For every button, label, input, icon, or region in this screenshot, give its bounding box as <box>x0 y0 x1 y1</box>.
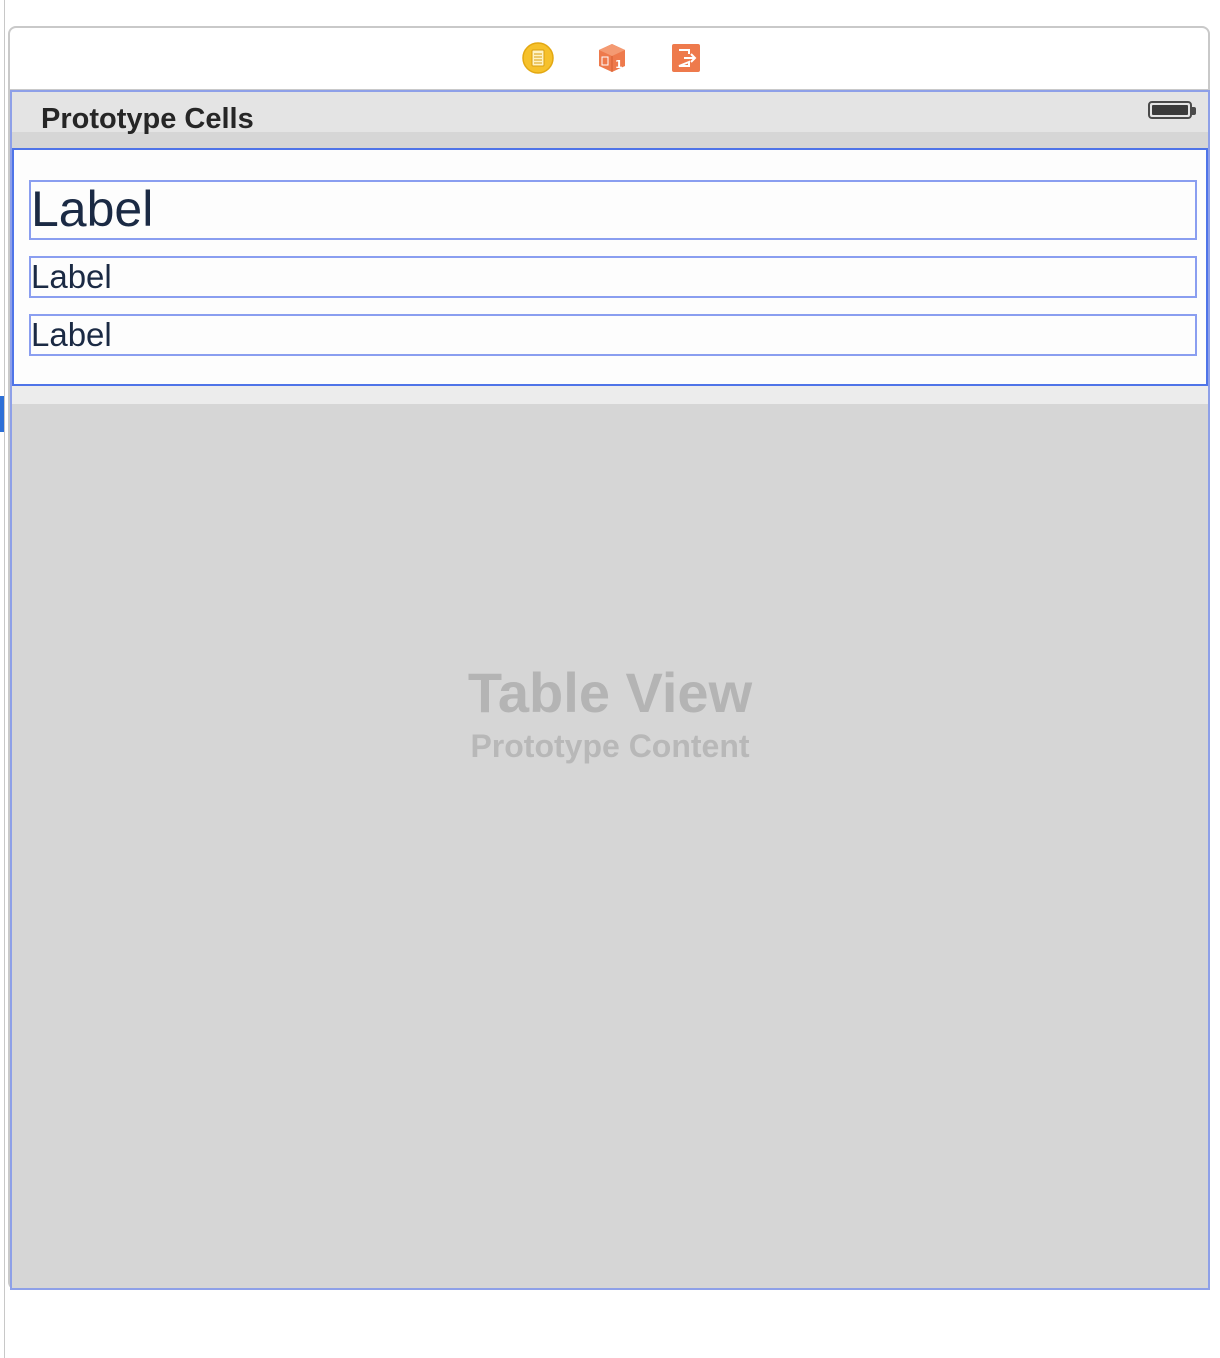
first-responder-icon[interactable]: 1 <box>596 42 628 74</box>
placeholder-title: Table View <box>467 661 753 724</box>
battery-cap <box>1192 107 1196 115</box>
table-view[interactable]: Prototype Cells Label Label Label Table … <box>10 90 1210 1290</box>
section-header-title: Prototype Cells <box>41 103 254 135</box>
cell-separator <box>12 386 1208 404</box>
view-controller-icon[interactable] <box>522 42 554 74</box>
canvas-edge <box>4 0 5 1358</box>
prototype-cell[interactable]: Label Label Label <box>12 148 1208 386</box>
svg-text:1: 1 <box>615 58 623 71</box>
placeholder-subtitle: Prototype Content <box>470 728 750 764</box>
battery-icon <box>1148 101 1192 119</box>
section-header: Prototype Cells <box>12 92 1208 135</box>
cell-title-label[interactable]: Label <box>29 180 1197 240</box>
selection-marker <box>0 396 4 432</box>
scene-dock: 1 <box>10 28 1208 90</box>
exit-icon[interactable] <box>670 42 702 74</box>
cell-subtitle-label[interactable]: Label <box>29 256 1197 298</box>
cell-detail-label[interactable]: Label <box>29 314 1197 356</box>
